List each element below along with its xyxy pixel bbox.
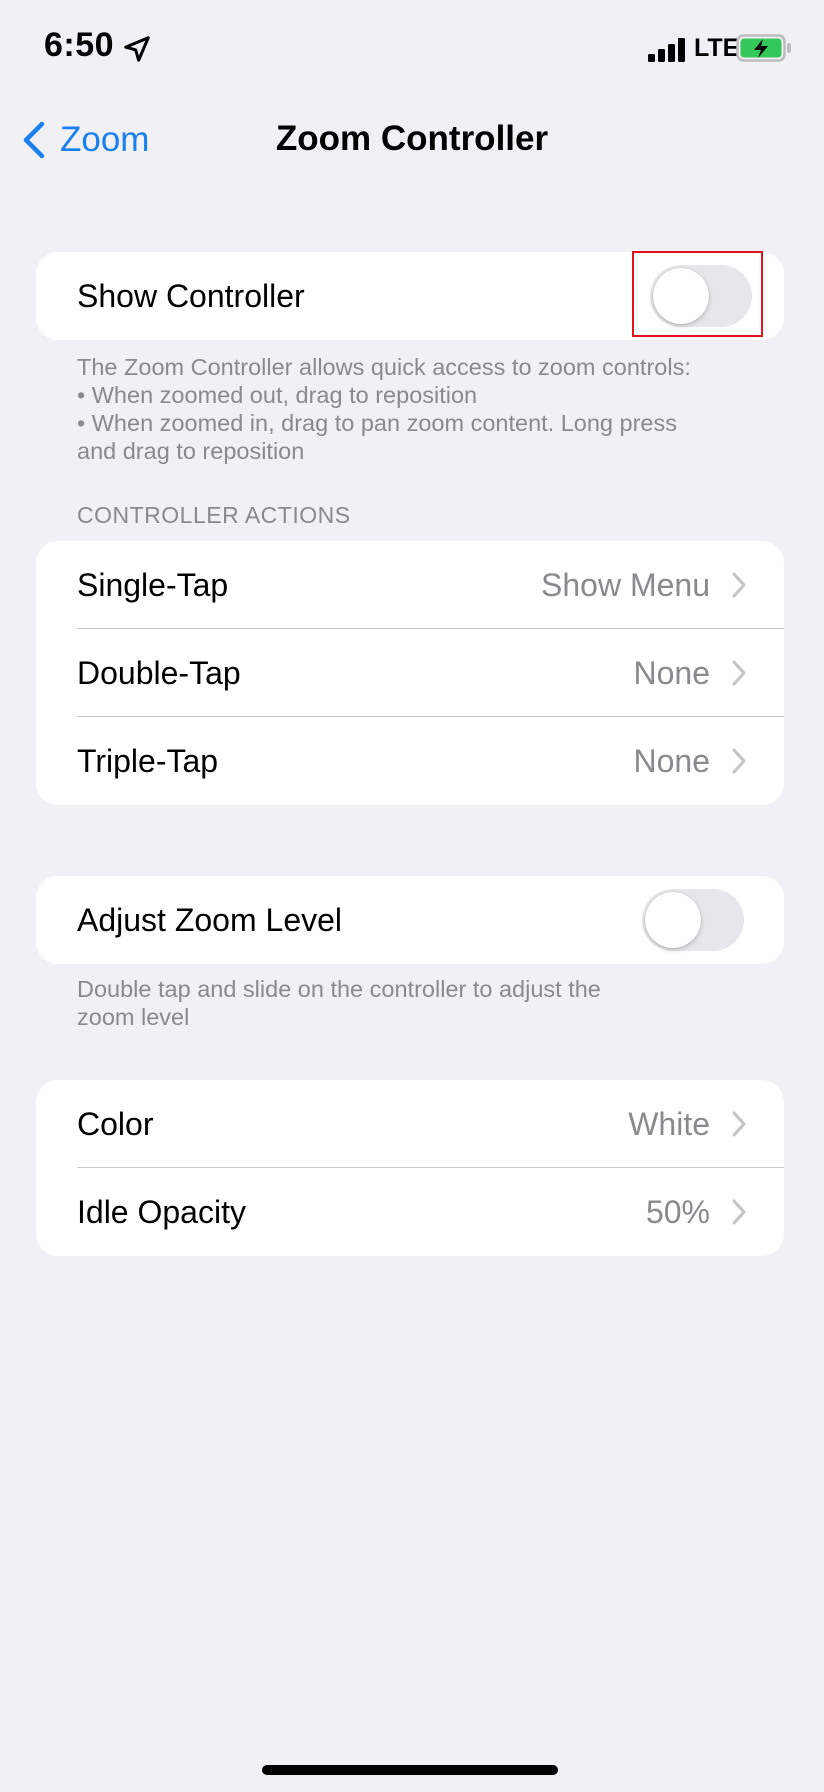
description-line: Double tap and slide on the controller t… (77, 976, 601, 1002)
chevron-right-icon (732, 748, 746, 774)
description-line: The Zoom Controller allows quick access … (77, 354, 691, 380)
controller-actions-header: CONTROLLER ACTIONS (77, 502, 351, 528)
color-value: White (628, 1105, 710, 1142)
idle-opacity-row[interactable]: Idle Opacity 50% (36, 1168, 784, 1256)
status-bar: 6:50 LTE (0, 0, 824, 96)
battery-charging-icon (736, 34, 791, 62)
chevron-right-icon (732, 660, 746, 686)
double-tap-label: Double-Tap (77, 654, 241, 691)
controller-actions-group: Single-Tap Show Menu Double-Tap None Tri… (36, 541, 784, 805)
single-tap-value: Show Menu (541, 566, 710, 603)
network-type-label: LTE (694, 34, 740, 62)
chevron-right-icon (732, 1111, 746, 1137)
navigation-bar: Zoom Zoom Controller (0, 100, 824, 180)
page-title: Zoom Controller (275, 119, 549, 158)
chevron-right-icon (732, 572, 746, 598)
adjust-zoom-description: Double tap and slide on the controller t… (77, 975, 777, 1031)
double-tap-row[interactable]: Double-Tap None (36, 629, 784, 717)
zoom-controller-description: The Zoom Controller allows quick access … (77, 353, 777, 465)
color-label: Color (77, 1105, 154, 1142)
triple-tap-label: Triple-Tap (77, 742, 219, 779)
cellular-signal-icon (648, 38, 685, 62)
idle-opacity-label: Idle Opacity (77, 1193, 246, 1230)
double-tap-value: None (633, 654, 711, 691)
status-time: 6:50 (44, 26, 115, 64)
chevron-right-icon (732, 1199, 746, 1225)
location-arrow-icon (124, 36, 150, 62)
description-line: zoom level (77, 1004, 190, 1030)
single-tap-label: Single-Tap (77, 566, 229, 603)
adjust-zoom-label: Adjust Zoom Level (77, 901, 343, 938)
appearance-group: Color White Idle Opacity 50% (36, 1080, 784, 1256)
single-tap-row[interactable]: Single-Tap Show Menu (36, 541, 784, 629)
description-line: • When zoomed out, drag to reposition (77, 382, 478, 408)
toggle-knob (645, 892, 701, 948)
adjust-zoom-group: Adjust Zoom Level (36, 876, 784, 964)
highlight-annotation-box (632, 251, 763, 337)
idle-opacity-value: 50% (645, 1193, 710, 1230)
description-line: and drag to reposition (77, 438, 305, 464)
show-controller-label: Show Controller (77, 277, 305, 314)
screen: 6:50 LTE Zoom Zoom Controller Show Contr… (0, 0, 824, 1792)
triple-tap-row[interactable]: Triple-Tap None (36, 717, 784, 805)
adjust-zoom-row: Adjust Zoom Level (36, 876, 784, 964)
description-line: • When zoomed in, drag to pan zoom conte… (77, 410, 677, 436)
color-row[interactable]: Color White (36, 1080, 784, 1168)
adjust-zoom-toggle[interactable] (642, 889, 744, 951)
home-indicator[interactable] (262, 1765, 558, 1775)
triple-tap-value: None (633, 742, 711, 779)
